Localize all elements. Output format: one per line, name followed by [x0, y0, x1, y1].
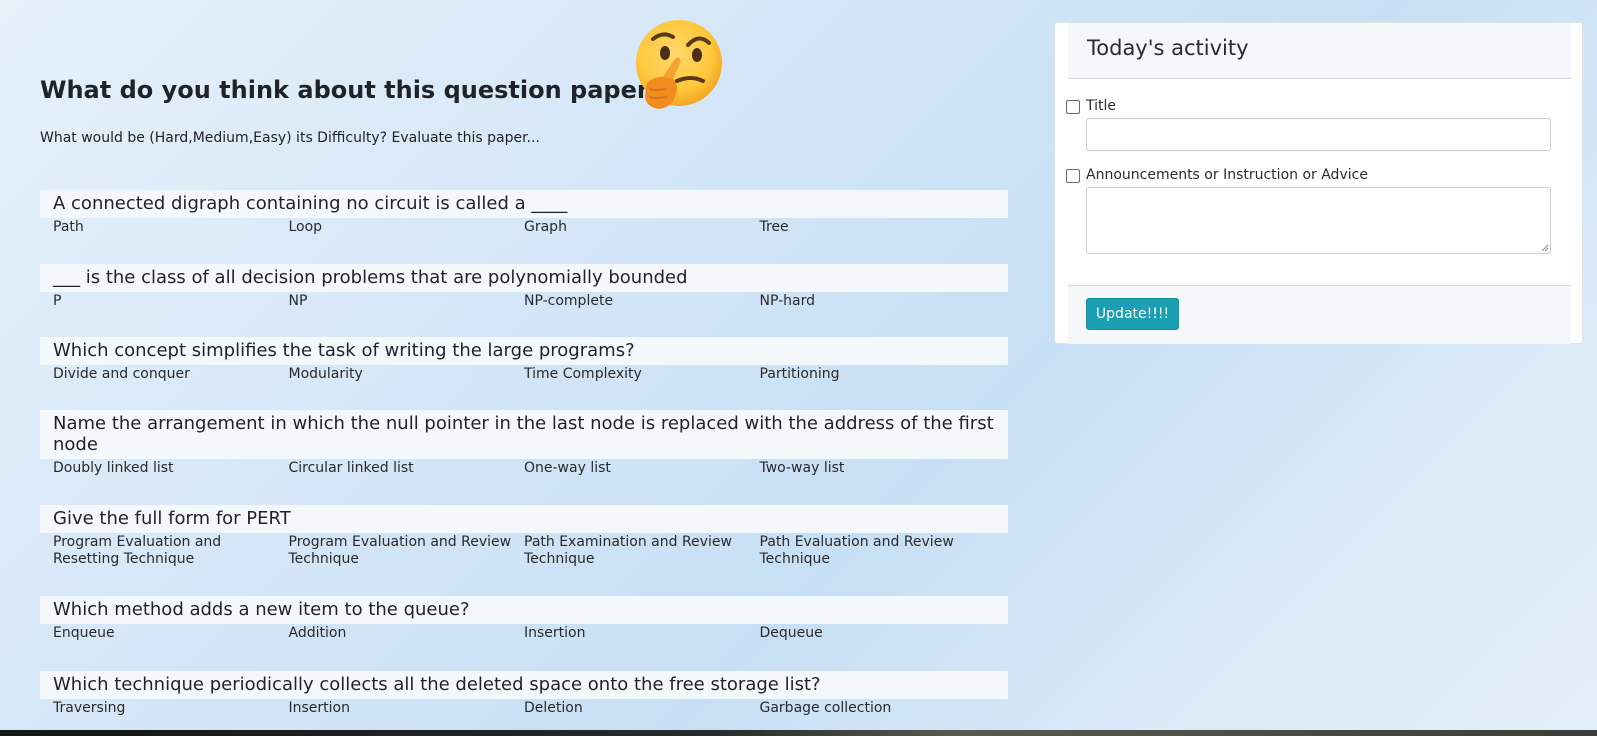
option[interactable]: Doubly linked list [53, 459, 289, 477]
option[interactable]: Partitioning [760, 365, 996, 383]
option[interactable]: Enqueue [53, 624, 289, 642]
page-subtitle: What would be (Hard,Medium,Easy) its Dif… [40, 130, 540, 146]
thinking-face-emoji-icon [636, 20, 722, 109]
resize-handle-icon[interactable] [1540, 243, 1549, 252]
announcement-textarea[interactable] [1086, 187, 1551, 254]
question-item: Name the arrangement in which the null p… [40, 410, 1008, 505]
question-text: ___ is the class of all decision problem… [40, 264, 1008, 292]
option[interactable]: P [53, 292, 289, 310]
announcement-label: Announcements or Instruction or Advice [1086, 167, 1368, 183]
options-row: Divide and conquer Modularity Time Compl… [40, 365, 1008, 383]
options-row: P NP NP-complete NP-hard [40, 292, 1008, 310]
option[interactable]: NP [289, 292, 525, 310]
title-input[interactable] [1086, 118, 1551, 151]
activity-card-header: Today's activity [1068, 23, 1571, 79]
option[interactable]: Program Evaluation and Review Technique [289, 533, 525, 568]
option[interactable]: Deletion [524, 699, 760, 717]
option[interactable]: One-way list [524, 459, 760, 477]
question-item: A connected digraph containing no circui… [40, 190, 1008, 264]
option[interactable]: Divide and conquer [53, 365, 289, 383]
question-text: Name the arrangement in which the null p… [40, 410, 1008, 459]
question-item: Which method adds a new item to the queu… [40, 596, 1008, 671]
title-label: Title [1086, 98, 1117, 114]
option[interactable]: Time Complexity [524, 365, 760, 383]
option[interactable]: Modularity [289, 365, 525, 383]
page-title: What do you think about this question pa… [40, 76, 663, 104]
option[interactable]: Program Evaluation and Resetting Techniq… [53, 533, 289, 568]
option[interactable]: Graph [524, 218, 760, 236]
question-list: A connected digraph containing no circui… [40, 190, 1008, 717]
options-row: Path Loop Graph Tree [40, 218, 1008, 236]
question-text: A connected digraph containing no circui… [40, 190, 1008, 218]
update-button[interactable]: Update!!!! [1086, 298, 1179, 330]
announcement-checkbox[interactable] [1066, 169, 1080, 183]
options-row: Program Evaluation and Resetting Techniq… [40, 533, 1008, 568]
options-row: Doubly linked list Circular linked list … [40, 459, 1008, 477]
activity-title: Today's activity [1087, 36, 1249, 60]
question-item: Give the full form for PERT Program Eval… [40, 505, 1008, 596]
option[interactable]: Tree [760, 218, 996, 236]
activity-card-footer: Update!!!! [1068, 285, 1571, 344]
question-item: Which technique periodically collects al… [40, 671, 1008, 717]
question-item: ___ is the class of all decision problem… [40, 264, 1008, 337]
option[interactable]: Circular linked list [289, 459, 525, 477]
option[interactable]: NP-complete [524, 292, 760, 310]
option[interactable]: Addition [289, 624, 525, 642]
option[interactable]: Path Evaluation and Review Technique [760, 533, 996, 568]
option[interactable]: Garbage collection [760, 699, 996, 717]
question-text: Which concept simplifies the task of wri… [40, 337, 1008, 365]
title-checkbox[interactable] [1066, 100, 1080, 114]
option[interactable]: Loop [289, 218, 525, 236]
taskbar-strip [0, 730, 1597, 736]
options-row: Enqueue Addition Insertion Dequeue [40, 624, 1008, 642]
question-text: Give the full form for PERT [40, 505, 1008, 533]
question-text: Which technique periodically collects al… [40, 671, 1008, 699]
option[interactable]: Two-way list [760, 459, 996, 477]
options-row: Traversing Insertion Deletion Garbage co… [40, 699, 1008, 717]
activity-card: Today's activity Title Announcements or … [1054, 22, 1583, 344]
option[interactable]: Insertion [524, 624, 760, 642]
option[interactable]: Path Examination and Review Technique [524, 533, 760, 568]
question-text: Which method adds a new item to the queu… [40, 596, 1008, 624]
option[interactable]: Insertion [289, 699, 525, 717]
option[interactable]: NP-hard [760, 292, 996, 310]
option[interactable]: Traversing [53, 699, 289, 717]
question-item: Which concept simplifies the task of wri… [40, 337, 1008, 410]
option[interactable]: Path [53, 218, 289, 236]
option[interactable]: Dequeue [760, 624, 996, 642]
